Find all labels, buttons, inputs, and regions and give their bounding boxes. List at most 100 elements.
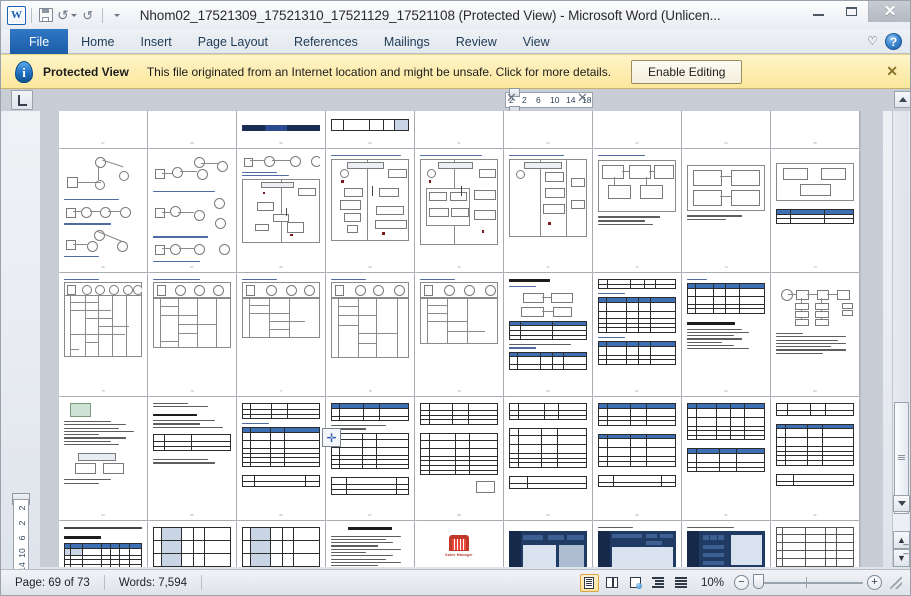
page-thumbnail[interactable]: Sales Manager 97: [415, 521, 503, 567]
page-thumbnail[interactable]: 72: [593, 149, 681, 272]
page-thumbnail[interactable]: 86: [237, 397, 325, 520]
page-thumbnail[interactable]: 96: [326, 521, 414, 567]
page-thumbnail[interactable]: 91: [682, 397, 770, 520]
scroll-up-button[interactable]: [894, 91, 910, 108]
page-thumbnail[interactable]: 65: [771, 111, 859, 148]
customize-qat-icon[interactable]: [108, 6, 126, 24]
window-resize-grip[interactable]: [890, 576, 902, 589]
page-thumbnail[interactable]: 69: [326, 149, 414, 272]
undo-button[interactable]: ↻: [57, 7, 77, 24]
quick-access-toolbar: W ↻ ↺: [1, 3, 126, 27]
tab-home[interactable]: Home: [68, 29, 127, 54]
close-button[interactable]: ✕: [868, 1, 910, 22]
view-print-layout-button[interactable]: [579, 573, 599, 592]
tab-mailings[interactable]: Mailings: [371, 29, 443, 54]
page-thumbnail[interactable]: 76: [148, 273, 236, 396]
zoom-level[interactable]: 10%: [695, 577, 730, 589]
tab-view[interactable]: View: [510, 29, 563, 54]
page-thumbnail[interactable]: 94: [148, 521, 236, 567]
zoom-in-button[interactable]: +: [867, 575, 882, 590]
page-thumbnail[interactable]: 73: [682, 149, 770, 272]
page-thumbnail[interactable]: 81: [593, 273, 681, 396]
view-outline-button[interactable]: [649, 574, 668, 592]
tab-references[interactable]: References: [281, 29, 371, 54]
view-draft-button[interactable]: [672, 574, 691, 592]
tab-insert[interactable]: Insert: [128, 29, 185, 54]
minimize-button[interactable]: [802, 1, 835, 22]
page-thumbnail[interactable]: 59: [237, 111, 325, 148]
page-thumbnail[interactable]: 58: [148, 111, 236, 148]
page-thumbnail[interactable]: 80: [504, 273, 592, 396]
maximize-button[interactable]: [835, 1, 868, 22]
status-bar: Page: 69 of 73 Words: 7,594 10% − +: [1, 569, 910, 595]
redo-icon[interactable]: ↺: [79, 6, 97, 24]
page-thumbnail[interactable]: 64: [682, 111, 770, 148]
page-thumbnail[interactable]: 87: [326, 397, 414, 520]
page-thumbnail[interactable]: 61: [415, 111, 503, 148]
page-thumbnail[interactable]: 88: [415, 397, 503, 520]
page-thumbnail[interactable]: 67: [148, 149, 236, 272]
thumb-page-number: 57: [101, 141, 105, 145]
page-thumbnail[interactable]: 89: [504, 397, 592, 520]
zoom-slider[interactable]: [753, 574, 863, 590]
page-thumbnail[interactable]: 99: [593, 521, 681, 567]
thumb-page-number: 91: [724, 513, 728, 517]
previous-page-button[interactable]: ▲̲: [893, 531, 910, 549]
view-full-screen-reading-button[interactable]: [603, 574, 622, 592]
ruler-tick-4: 14: [566, 95, 576, 105]
page-thumbnail[interactable]: 93: [59, 521, 147, 567]
thumb-page-number: 88: [457, 513, 461, 517]
word-count[interactable]: Words: 7,594: [105, 577, 201, 589]
thumb-page-number: 65: [813, 141, 817, 145]
tab-file[interactable]: File: [10, 29, 69, 54]
zoom-slider-track: [753, 582, 863, 584]
word-application-window: W ↻ ↺ Nhom02_17521309_17521310_17521129_…: [0, 0, 911, 596]
page-thumbnail[interactable]: 83: [771, 273, 859, 396]
page-thumbnail[interactable]: 60: [326, 111, 414, 148]
next-page-button[interactable]: ▼̅: [893, 549, 910, 567]
tab-stop-selector[interactable]: [11, 90, 33, 110]
tab-page-layout[interactable]: Page Layout: [185, 29, 281, 54]
page-thumbnail[interactable]: 77: [237, 273, 325, 396]
collapse-ribbon-icon[interactable]: ♡: [866, 35, 879, 48]
page-thumbnail[interactable]: 68: [237, 149, 325, 272]
scroll-down-button[interactable]: [893, 495, 910, 512]
vertical-scrollbar[interactable]: ▲̲ ▼̅: [892, 111, 910, 567]
page-thumbnail[interactable]: 98: [504, 521, 592, 567]
enable-editing-button[interactable]: Enable Editing: [631, 59, 743, 84]
web-layout-icon: [629, 577, 642, 589]
page-thumbnail[interactable]: 78: [326, 273, 414, 396]
page-thumbnail[interactable]: 57: [59, 111, 147, 148]
page-thumbnail[interactable]: 95: [237, 521, 325, 567]
page-thumbnail[interactable]: 82: [682, 273, 770, 396]
page-thumbnail[interactable]: 74: [771, 149, 859, 272]
page-thumbnail[interactable]: 70: [415, 149, 503, 272]
page-thumbnail[interactable]: 63: [593, 111, 681, 148]
thumb-page-number: 72: [635, 265, 639, 269]
close-icon[interactable]: ✕: [886, 63, 898, 80]
page-indicator[interactable]: Page: 69 of 73: [1, 577, 104, 589]
thumb-page-number: 60: [368, 141, 372, 145]
page-thumbnail[interactable]: 62: [504, 111, 592, 148]
thumb-page-number: 62: [546, 141, 550, 145]
help-icon[interactable]: ?: [885, 33, 902, 50]
page-thumbnail[interactable]: 84: [59, 397, 147, 520]
page-thumbnail[interactable]: 79: [415, 273, 503, 396]
page-thumbnail[interactable]: 101: [771, 521, 859, 567]
view-web-layout-button[interactable]: [626, 574, 645, 592]
vertical-ruler[interactable]: 2 2 6 10 14: [13, 499, 29, 572]
page-thumbnail[interactable]: 85: [148, 397, 236, 520]
page-thumbnail[interactable]: 75: [59, 273, 147, 396]
zoom-slider-handle[interactable]: [753, 574, 764, 589]
page-thumbnail[interactable]: 71: [504, 149, 592, 272]
page-thumbnail[interactable]: 66: [59, 149, 147, 272]
tab-review[interactable]: Review: [443, 29, 510, 54]
page-thumbnail[interactable]: 92: [771, 397, 859, 520]
thumb-page-number: 69: [368, 265, 372, 269]
page-thumbnail[interactable]: 90: [593, 397, 681, 520]
document-canvas[interactable]: 57 58 59 60 61 62 63 64 65 66 67 68 69 7…: [40, 111, 883, 567]
zoom-out-button[interactable]: −: [734, 575, 749, 590]
save-icon[interactable]: [37, 6, 55, 24]
word-app-icon[interactable]: W: [7, 5, 26, 25]
page-thumbnail[interactable]: 100: [682, 521, 770, 567]
